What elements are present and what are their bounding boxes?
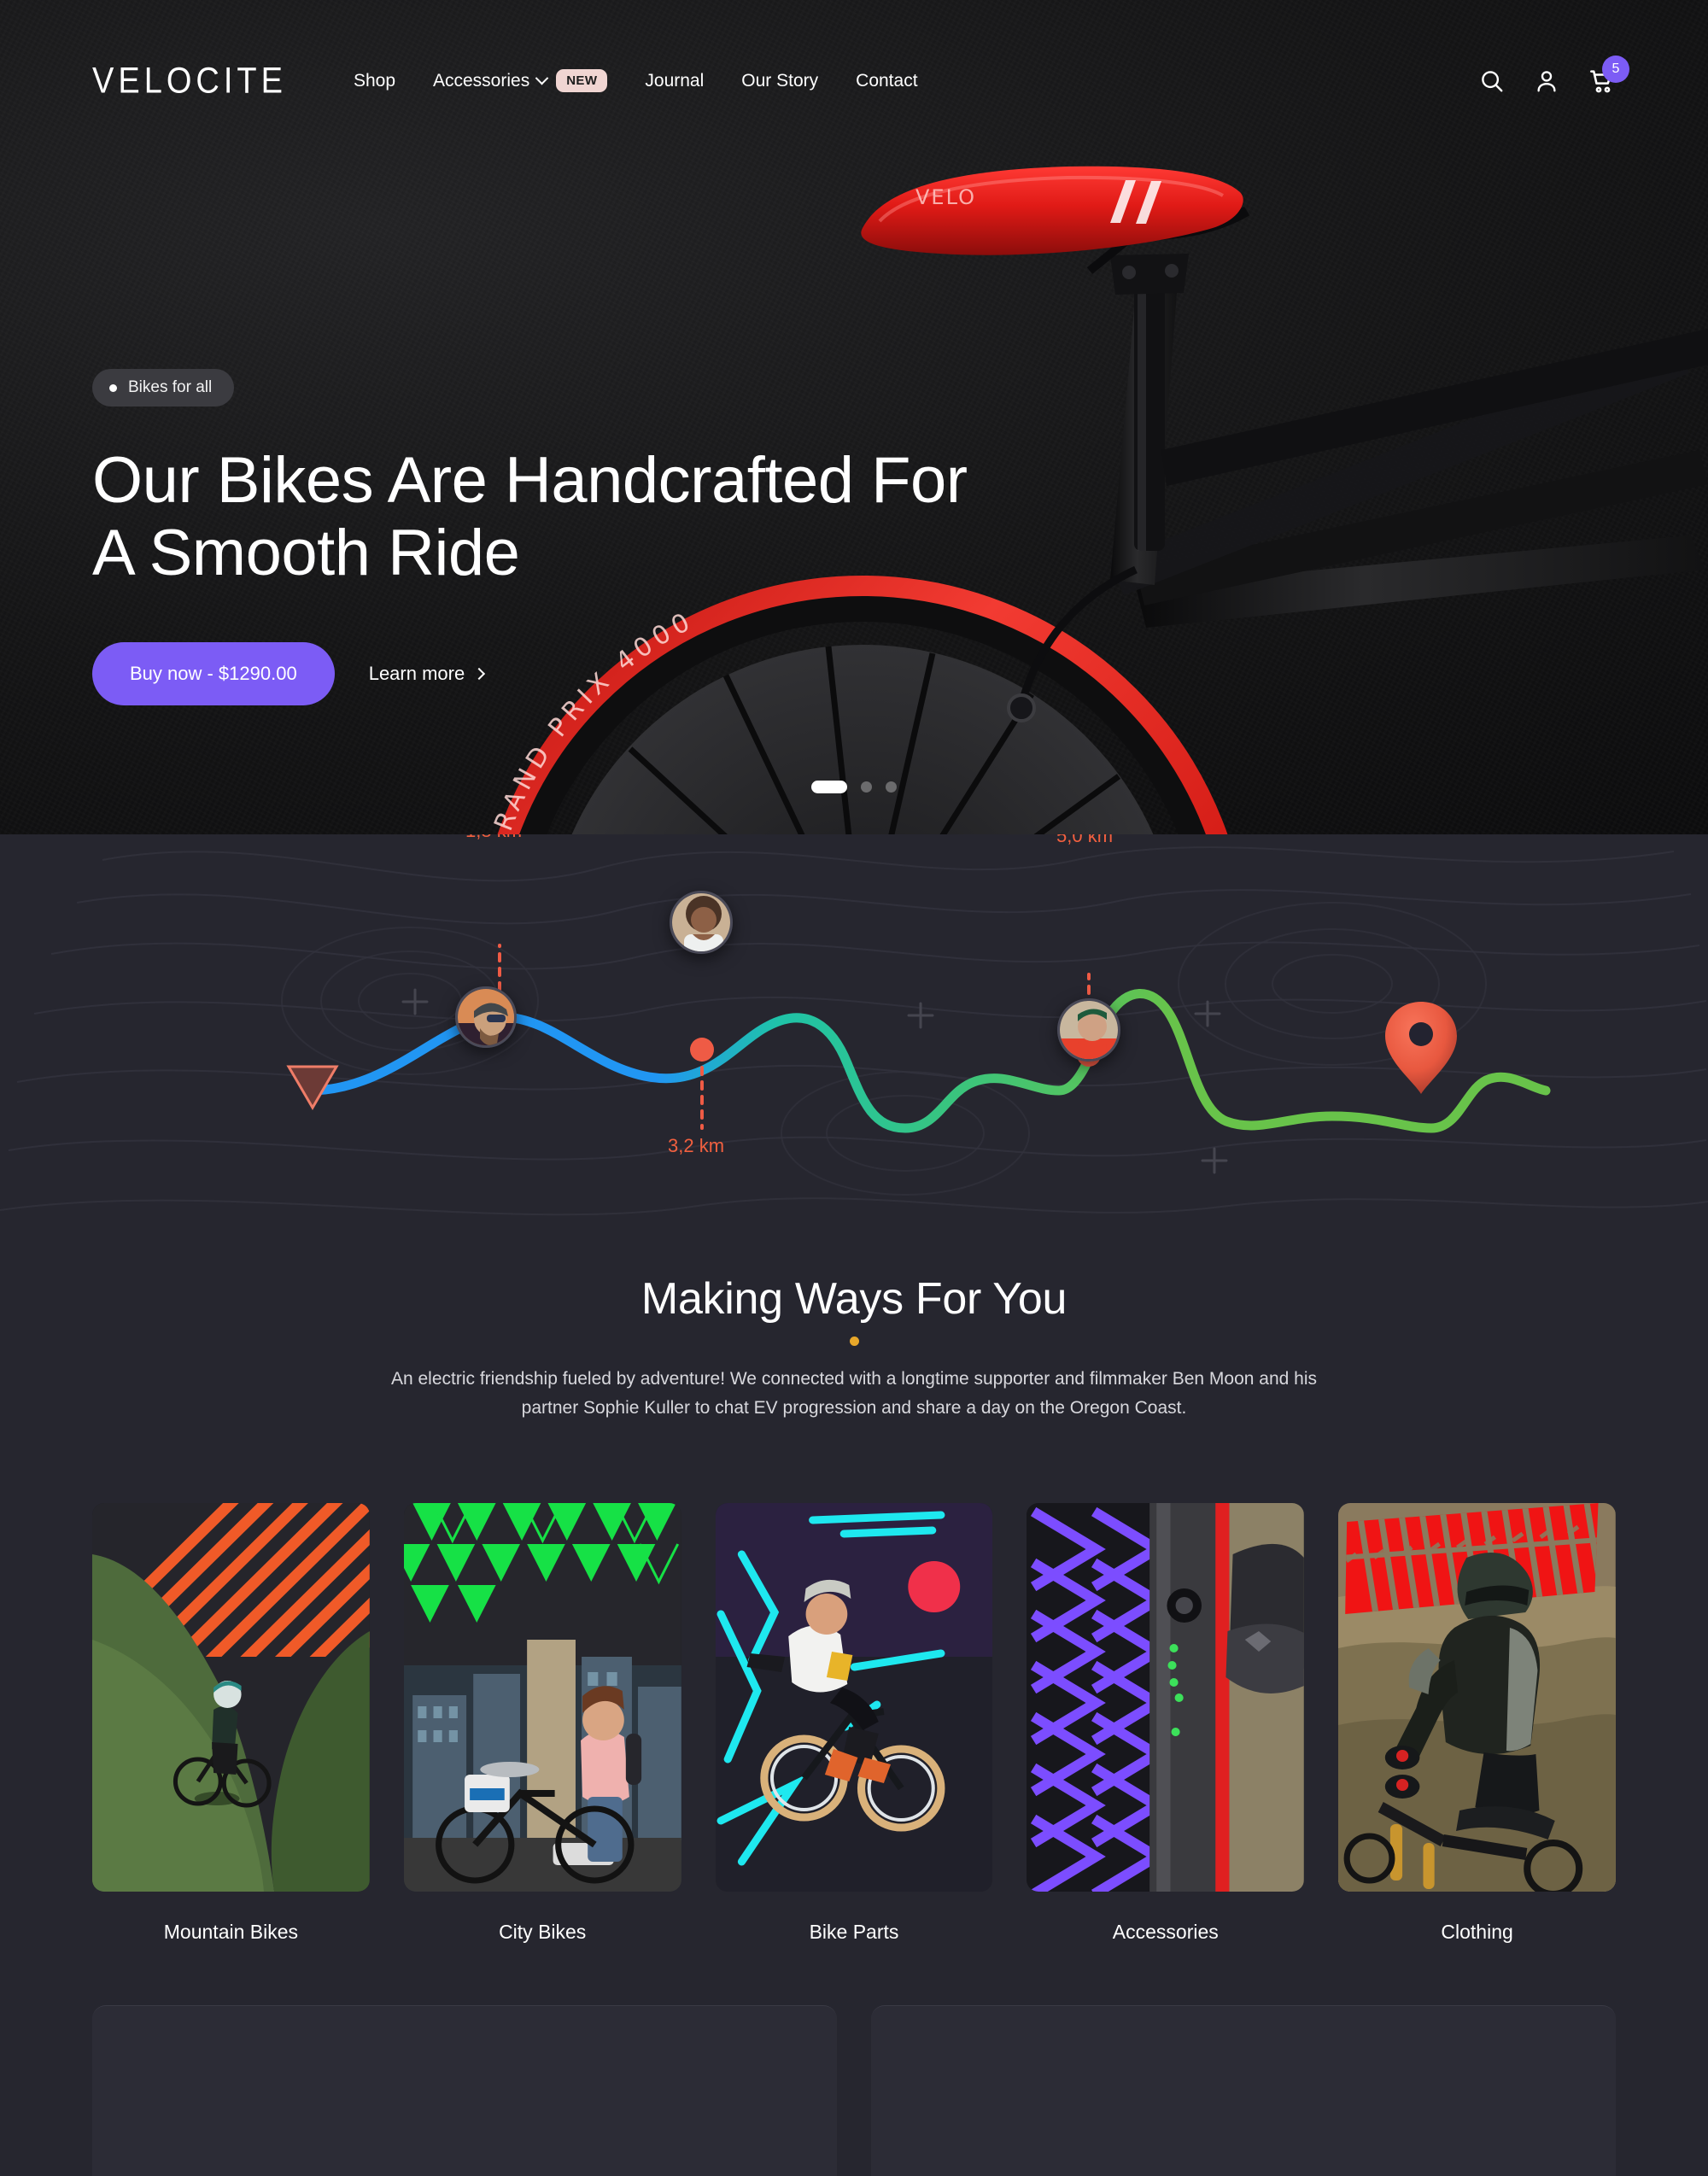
nav-label: Shop xyxy=(353,70,395,91)
teaser-card-right[interactable] xyxy=(871,2005,1616,2176)
nav-label: Journal xyxy=(645,70,705,91)
route-map: 1,8 km 3,2 km 5,0 km xyxy=(0,834,1708,1227)
section-body: An electric friendship fueled by adventu… xyxy=(390,1369,1318,1418)
search-icon[interactable] xyxy=(1479,68,1505,94)
distance-label-3: 5,0 km xyxy=(1056,834,1114,846)
user-icon[interactable] xyxy=(1534,68,1559,94)
hero-section: GRAND PRIX 4000 xyxy=(0,0,1708,834)
hero-carousel-dots xyxy=(811,781,897,793)
rider-avatar-3[interactable] xyxy=(1057,998,1120,1062)
nav-item-contact[interactable]: Contact xyxy=(837,71,936,91)
cart-count-badge: 5 xyxy=(1602,55,1629,83)
nav-label: Contact xyxy=(856,70,918,91)
rider-avatar-2[interactable] xyxy=(455,986,517,1048)
category-card-accessories[interactable]: Accessories xyxy=(1027,1503,1305,1944)
header-actions: 5 xyxy=(1479,55,1629,95)
category-image xyxy=(92,1503,370,1892)
carousel-dot-2[interactable] xyxy=(861,781,872,793)
main-navigation: Shop Accessories NEW Journal Our Story C… xyxy=(335,69,937,92)
buy-now-button[interactable]: Buy now - $1290.00 xyxy=(92,642,335,706)
hero-title-line-2: A Smooth Ride xyxy=(92,517,520,590)
section-heading: Making Ways For You xyxy=(640,1274,1068,1324)
category-label: Accessories xyxy=(1112,1921,1219,1944)
carousel-dot-3[interactable] xyxy=(886,781,897,793)
category-card-mountain-bikes[interactable]: Mountain Bikes xyxy=(92,1503,370,1944)
category-image xyxy=(403,1503,681,1892)
page-title: Our Bikes Are Handcrafted For A Smooth R… xyxy=(92,444,1008,589)
hero-title-line-1: Our Bikes Are Handcrafted For xyxy=(92,444,968,517)
hero-cta-group: Buy now - $1290.00 Learn more xyxy=(92,642,1008,706)
category-image xyxy=(1027,1503,1305,1892)
map-graphic xyxy=(0,846,1708,1216)
new-badge: NEW xyxy=(556,69,608,92)
category-label: Bike Parts xyxy=(809,1921,899,1944)
chevron-right-icon xyxy=(473,668,486,681)
category-card-bike-parts[interactable]: Bike Parts xyxy=(715,1503,993,1944)
teaser-row xyxy=(0,1944,1708,2176)
distance-label-1: 1,8 km xyxy=(465,834,522,842)
map-section: 1,8 km 3,2 km 5,0 km xyxy=(0,834,1708,2176)
nav-item-our-story[interactable]: Our Story xyxy=(722,71,837,91)
category-label: City Bikes xyxy=(499,1921,587,1944)
intro-block: Making Ways For You An electric friendsh… xyxy=(0,1227,1708,1423)
learn-more-label: Learn more xyxy=(368,663,465,685)
nav-label: Our Story xyxy=(741,70,819,91)
category-image xyxy=(715,1503,993,1892)
category-label: Mountain Bikes xyxy=(163,1921,299,1944)
carousel-dot-1[interactable] xyxy=(811,781,847,793)
category-card-city-bikes[interactable]: City Bikes xyxy=(403,1503,681,1944)
nav-item-accessories[interactable]: Accessories NEW xyxy=(414,69,626,92)
teaser-card-left[interactable] xyxy=(92,2005,837,2176)
category-image xyxy=(1338,1503,1616,1892)
cart-icon[interactable]: 5 xyxy=(1588,55,1629,95)
hero-content: Bikes for all Our Bikes Are Handcrafted … xyxy=(0,117,1008,706)
category-card-clothing[interactable]: Clothing xyxy=(1338,1503,1616,1944)
nav-label: Accessories xyxy=(433,70,530,91)
nav-item-shop[interactable]: Shop xyxy=(335,71,414,91)
nav-item-journal[interactable]: Journal xyxy=(626,71,722,91)
distance-label-2: 3,2 km xyxy=(668,1135,725,1156)
dot-icon xyxy=(109,383,117,392)
hero-badge-label: Bikes for all xyxy=(128,378,213,396)
hero-badge: Bikes for all xyxy=(92,369,235,407)
accent-dot-icon xyxy=(849,1337,859,1346)
category-label: Clothing xyxy=(1441,1921,1513,1944)
category-grid: Mountain Bikes City Bikes Bike Parts Acc… xyxy=(0,1423,1708,1944)
destination-pin xyxy=(1385,1002,1457,1094)
learn-more-link[interactable]: Learn more xyxy=(368,663,486,685)
logo[interactable]: VELOCITE xyxy=(92,62,287,99)
rider-avatar-1[interactable] xyxy=(670,891,733,954)
site-header: VELOCITE Shop Accessories NEW Journal Ou… xyxy=(0,44,1708,117)
chevron-down-icon xyxy=(535,71,549,85)
waypoint-dot xyxy=(690,1038,714,1062)
